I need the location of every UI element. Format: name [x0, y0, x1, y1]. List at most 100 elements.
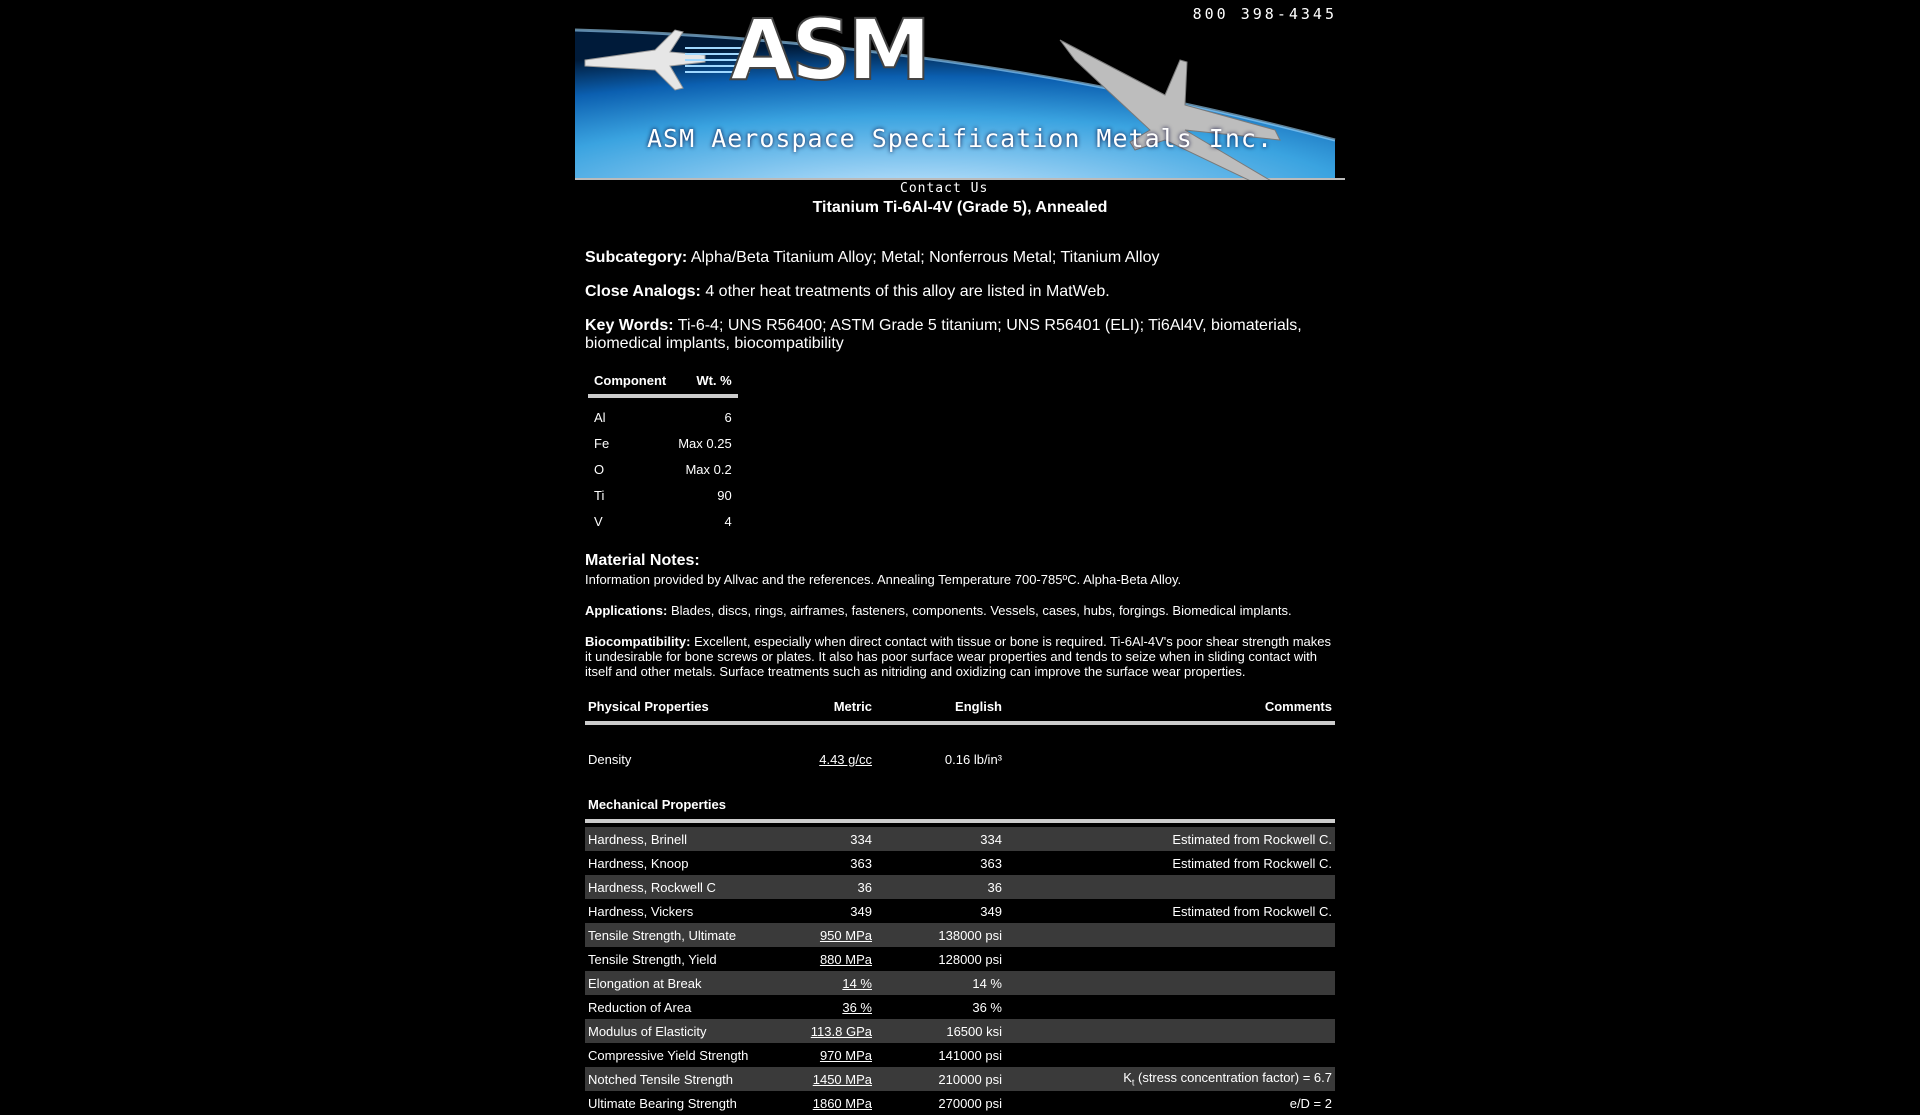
key-words-value: Ti-6-4; UNS R56400; ASTM Grade 5 titaniu…	[585, 317, 1302, 352]
property-name: Reduction of Area	[588, 999, 692, 1015]
property-name: Modulus of Elasticity	[585, 1019, 755, 1043]
table-row: Elongation at Break 14 % 14 %	[585, 971, 1335, 995]
property-name: Density	[588, 751, 632, 767]
component-wt: Max 0.2	[685, 462, 732, 477]
comment-text: (stress concentration factor) = 6.7	[1134, 1070, 1332, 1086]
component-wt: 6	[724, 410, 732, 425]
banner-graphic	[575, 0, 1345, 180]
metric-link[interactable]: 1450 MPa	[813, 1072, 872, 1087]
close-analogs-value: 4 other heat treatments of this alloy ar…	[705, 283, 1110, 300]
property-metric: 14 %	[755, 971, 875, 995]
metric-heading: Metric	[755, 695, 875, 725]
component-name: Al	[594, 410, 606, 425]
key-words: Key Words: Ti-6-4; UNS R56400; ASTM Grad…	[585, 317, 1340, 353]
property-metric: 970 MPa	[755, 1043, 875, 1067]
property-english: 36	[875, 875, 1005, 899]
property-name: Ultimate Bearing Strength	[588, 1095, 737, 1111]
table-row: Density 4.43 g/cc 0.16 lb/in³	[585, 747, 1335, 771]
table-row: O Max 0.2	[588, 456, 738, 482]
component-wt: Max 0.25	[678, 436, 732, 451]
composition-header-component: Component	[588, 369, 673, 398]
metric-link[interactable]: 14 %	[842, 976, 872, 991]
property-name: Hardness, Vickers	[588, 903, 694, 919]
property-metric: 349	[850, 903, 872, 919]
table-row: Hardness, Knoop 363 363 Estimated from R…	[585, 851, 1335, 875]
property-metric: 113.8 GPa	[755, 1019, 875, 1043]
property-comment: Estimated from Rockwell C.	[1172, 903, 1332, 919]
metric-link[interactable]: 4.43 g/cc	[819, 752, 872, 767]
table-row: Reduction of Area 36 % 36 %	[585, 995, 1335, 1019]
metric-link[interactable]: 950 MPa	[820, 928, 872, 943]
component-wt: 4	[724, 514, 732, 529]
table-row: Hardness, Rockwell C 36 36	[585, 875, 1335, 899]
property-english: 270000 psi	[938, 1095, 1002, 1111]
table-row: Hardness, Vickers 349 349 Estimated from…	[585, 899, 1335, 923]
table-row: Ti 90	[588, 482, 738, 508]
biocompatibility: Biocompatibility: Excellent, especially …	[585, 634, 1340, 679]
property-comment	[1005, 747, 1335, 771]
property-metric: 363	[850, 855, 872, 871]
contact-us-link[interactable]: Contact Us	[900, 181, 988, 196]
table-row: Notched Tensile Strength 1450 MPa 210000…	[585, 1067, 1335, 1091]
property-english: 0.16 lb/in³	[944, 751, 1002, 767]
property-comment: Kt (stress concentration factor) = 6.7	[1005, 1067, 1335, 1091]
key-words-label: Key Words:	[585, 317, 674, 334]
property-comment: Estimated from Rockwell C.	[1005, 827, 1335, 851]
logo: ASM	[729, 1, 932, 99]
material-notes-heading: Material Notes:	[585, 552, 700, 569]
metric-link[interactable]: 1860 MPa	[813, 1096, 872, 1111]
mechanical-header-row: Mechanical Properties	[585, 793, 1335, 823]
table-row: Tensile Strength, Ultimate 950 MPa 13800…	[585, 923, 1335, 947]
property-english: 14 %	[875, 971, 1005, 995]
property-name: Hardness, Rockwell C	[585, 875, 755, 899]
property-english: 138000 psi	[875, 923, 1005, 947]
table-row: Al 6	[588, 396, 738, 430]
component-name: Fe	[594, 436, 610, 451]
subcategory-label: Subcategory:	[585, 249, 688, 266]
property-comment	[1005, 875, 1335, 899]
property-english: 128000 psi	[938, 951, 1002, 967]
metric-link[interactable]: 970 MPa	[820, 1048, 872, 1063]
table-row: Tensile Strength, Yield 880 MPa 128000 p…	[585, 947, 1335, 971]
property-english: 349	[980, 903, 1002, 919]
property-metric: 1860 MPa	[755, 1091, 875, 1115]
main-content: Subcategory: Alpha/Beta Titanium Alloy; …	[585, 249, 1340, 1115]
property-comment	[1005, 1043, 1335, 1067]
property-name: Compressive Yield Strength	[588, 1047, 749, 1063]
applications-value: Blades, discs, rings, airframes, fastene…	[670, 603, 1292, 618]
property-metric: 36	[755, 875, 875, 899]
property-metric: 950 MPa	[755, 923, 875, 947]
subcategory-value: Alpha/Beta Titanium Alloy; Metal; Nonfer…	[690, 249, 1160, 266]
applications-label: Applications:	[585, 603, 668, 618]
property-english: 363	[980, 855, 1002, 871]
table-row: Ultimate Bearing Strength 1860 MPa 27000…	[585, 1091, 1335, 1115]
header-banner: ASM ASM Aerospace Specification Metals I…	[575, 0, 1345, 180]
property-comment	[1005, 995, 1335, 1019]
property-english: 16500 ksi	[875, 1019, 1005, 1043]
table-row: Compressive Yield Strength 970 MPa 14100…	[585, 1043, 1335, 1067]
metric-link[interactable]: 880 MPa	[820, 952, 872, 967]
property-comment	[1005, 947, 1335, 971]
property-name: Hardness, Brinell	[585, 827, 755, 851]
table-row: Modulus of Elasticity 113.8 GPa 16500 ks…	[585, 1019, 1335, 1043]
property-name: Notched Tensile Strength	[585, 1067, 755, 1091]
property-english: 36 %	[972, 999, 1002, 1015]
property-comment: Estimated from Rockwell C.	[1172, 855, 1332, 871]
property-english: 334	[875, 827, 1005, 851]
metric-link[interactable]: 36 %	[842, 1000, 872, 1015]
properties-table: Physical Properties Metric English Comme…	[585, 695, 1335, 1115]
close-analogs: Close Analogs: 4 other heat treatments o…	[585, 283, 1340, 301]
property-comment	[1005, 923, 1335, 947]
property-comment	[1005, 971, 1335, 995]
property-metric: 880 MPa	[755, 947, 875, 971]
phone-number: 800 398-4345	[1192, 5, 1337, 23]
property-english: 141000 psi	[938, 1047, 1002, 1063]
property-metric: 1450 MPa	[755, 1067, 875, 1091]
comment-k: K	[1123, 1070, 1132, 1086]
close-analogs-label: Close Analogs:	[585, 283, 701, 300]
component-wt: 90	[717, 488, 732, 503]
component-name: V	[594, 514, 603, 529]
metric-link[interactable]: 113.8 GPa	[811, 1024, 872, 1039]
property-name: Hardness, Knoop	[588, 855, 689, 871]
component-name: Ti	[594, 488, 605, 503]
